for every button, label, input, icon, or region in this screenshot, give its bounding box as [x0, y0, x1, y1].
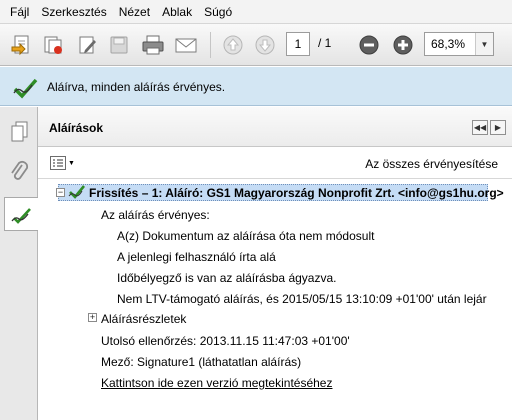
print-button[interactable]	[140, 32, 166, 58]
validity-detail-timestamp: Időbélyegző is van az aláírásba ágyazva.	[117, 271, 337, 285]
signature-valid-icon	[12, 75, 38, 102]
attachments-button[interactable]	[3, 155, 35, 189]
envelope-icon	[175, 38, 197, 53]
page-total: / 1	[318, 36, 332, 50]
page-thumbnails-button[interactable]	[3, 115, 35, 149]
signature-details-node[interactable]: Aláírásrészletek	[101, 311, 186, 327]
zoom-select[interactable]: 68,3% ▼	[424, 32, 494, 56]
menu-window[interactable]: Ablak	[156, 0, 198, 24]
panel-title: Aláírások	[49, 121, 104, 135]
signature-status-banner: Aláírva, minden aláírás érvényes.	[0, 67, 512, 106]
zoom-value: 68,3%	[431, 37, 466, 51]
signatures-panel-header: Aláírások ◀◀ ▶	[38, 107, 512, 147]
paperclip-icon	[11, 161, 28, 180]
validity-detail-ltv: Nem LTV-támogató aláírás, és 2015/05/15 …	[117, 292, 487, 306]
chevron-down-icon[interactable]: ▼	[475, 33, 493, 55]
menu-help[interactable]: Súgó	[198, 0, 238, 24]
minus-circle-icon	[359, 35, 379, 55]
toolbar-separator	[210, 32, 211, 58]
save-button[interactable]	[106, 32, 132, 58]
expand-icon[interactable]: +	[88, 313, 97, 322]
edit-document-button[interactable]	[74, 32, 100, 58]
menu-file[interactable]: Fájl	[4, 0, 35, 24]
collapse-panel-left-icon[interactable]: ◀◀	[472, 120, 488, 135]
arrow-up-icon	[223, 35, 243, 55]
printer-icon	[142, 35, 164, 55]
create-pdf-button[interactable]	[8, 32, 34, 58]
pages-icon	[11, 121, 28, 142]
plus-circle-icon	[393, 35, 413, 55]
validity-detail-unmodified: A(z) Dokumentum az aláírása óta nem módo…	[117, 229, 375, 243]
chevron-down-icon: ▼	[68, 159, 75, 167]
view-signed-version-link[interactable]: Kattintson ide ezen verzió megtekintéséh…	[101, 375, 332, 391]
page-number-input[interactable]: 1	[286, 32, 310, 56]
navigation-pane	[0, 107, 38, 420]
list-options-icon	[50, 156, 66, 170]
signatures-toolbar: ▼ Az összes érvényesítése	[38, 148, 512, 179]
menu-bar: Fájl Szerkesztés Nézet Ablak Súgó	[0, 0, 512, 24]
zoom-in-button[interactable]	[390, 32, 416, 58]
save-icon	[110, 36, 128, 54]
signature-valid-icon	[68, 183, 86, 203]
expand-panel-right-icon[interactable]: ▶	[490, 120, 506, 135]
signature-status-text: Aláírva, minden aláírás érvényes.	[47, 80, 226, 94]
signature-root-label[interactable]: Frissítés – 1: Aláíró: GS1 Magyarország …	[89, 185, 504, 201]
last-checked-text: Utolsó ellenőrzés: 2013.11.15 11:47:03 +…	[101, 334, 350, 348]
options-menu-button[interactable]: ▼	[50, 156, 75, 170]
combine-files-icon	[44, 36, 62, 54]
email-button[interactable]	[173, 32, 199, 58]
create-pdf-icon	[11, 35, 29, 56]
zoom-out-button[interactable]	[356, 32, 382, 58]
previous-page-button[interactable]	[220, 32, 246, 58]
arrow-down-icon	[255, 35, 275, 55]
menu-edit[interactable]: Szerkesztés	[35, 0, 112, 24]
pencil-document-icon	[79, 36, 96, 54]
combine-files-button[interactable]	[40, 32, 66, 58]
collapse-icon[interactable]: −	[56, 188, 65, 197]
signatures-panel-button[interactable]	[4, 197, 38, 231]
signature-pen-icon	[10, 208, 31, 224]
menu-view[interactable]: Nézet	[113, 0, 156, 24]
next-page-button[interactable]	[252, 32, 278, 58]
signature-field-text: Mező: Signature1 (láthatatlan aláírás)	[101, 355, 302, 369]
validate-all-button[interactable]: Az összes érvényesítése	[365, 157, 498, 171]
signature-valid-heading: Az aláírás érvényes:	[101, 208, 210, 222]
validity-detail-signer: A jelenlegi felhasználó írta alá	[117, 250, 276, 264]
